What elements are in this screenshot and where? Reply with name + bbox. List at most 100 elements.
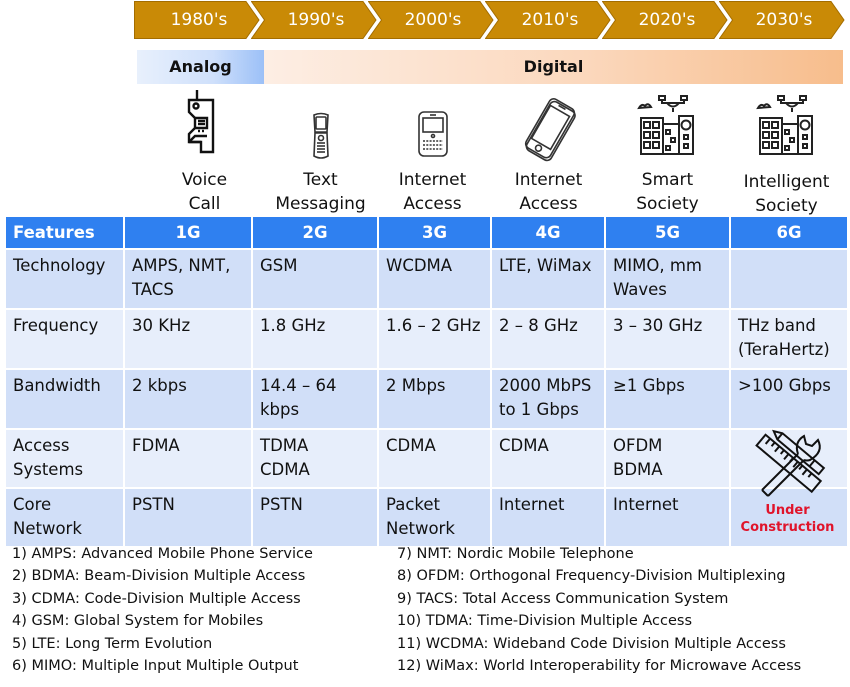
decade-chevron: 2000's: [368, 1, 494, 39]
header-1g: 1G: [125, 217, 251, 248]
table-cell: PSTN: [125, 489, 251, 546]
era-digital-label: Digital: [523, 57, 584, 76]
abbreviation-item: 5) LTE: Long Term Evolution: [12, 635, 213, 652]
decade-label: 2010's: [521, 10, 579, 30]
table-row: Access Systems FDMA TDMA CDMA CDMA CDMA OFDM BDM…: [6, 430, 847, 487]
smart-city-drone-icon: [724, 88, 849, 164]
abbreviation-item: 7) NMT: Nordic Mobile Telephone: [397, 546, 634, 562]
decade-label: 1980's: [170, 10, 228, 30]
era-analog-label: Analog: [169, 57, 232, 76]
decade-label: 2030's: [755, 10, 813, 30]
under-construction-label: Under Construction: [740, 503, 835, 535]
under-construction-badge: Under Construction: [730, 424, 845, 538]
table-cell: THz band (TeraHertz): [731, 310, 847, 368]
table-cell: Packet Network: [379, 489, 490, 546]
decade-label: 2020's: [638, 10, 696, 30]
feature-name-cell: Access Systems: [6, 430, 123, 487]
service-6g: Intelligent Society: [724, 88, 849, 216]
smartphone-icon: [486, 88, 611, 164]
service-label: Internet Access: [514, 170, 583, 214]
table-cell: PSTN: [253, 489, 377, 546]
header-6g: 6G: [731, 217, 847, 248]
table-cell: 2000 MbPS to 1 Gbps: [492, 370, 604, 428]
table-cell: >100 Gbps: [731, 370, 847, 428]
service-label: Voice Call: [181, 170, 228, 214]
decade-label: 2000's: [404, 10, 462, 30]
ruler-pencil-wrench-icon: [754, 429, 825, 497]
decade-chevron: 2020's: [602, 1, 728, 39]
table-cell: WCDMA: [379, 250, 490, 308]
service-label: Internet Access: [398, 170, 467, 214]
service-4g: Internet Access: [486, 88, 611, 214]
table-cell: 3 – 30 GHz: [606, 310, 729, 368]
abbreviation-item: 1) AMPS: Advanced Mobile Phone Service: [12, 546, 313, 562]
feature-name-cell: Core Network: [6, 489, 123, 546]
table-row: Core Network PSTN PSTN Packet Network Internet…: [6, 489, 847, 546]
abbreviation-item: 2) BDMA: Beam-Division Multiple Access: [12, 568, 306, 585]
table-cell: [731, 250, 847, 308]
decade-chevron: 2010's: [485, 1, 611, 39]
qwerty-phone-icon: [370, 88, 495, 164]
table-row: Bandwidth 2 kbps 14.4 – 64 kbps 2 Mbps 2000 M…: [6, 370, 847, 428]
header-features: Features: [6, 217, 123, 248]
abbreviation-item: 8) OFDM: Orthogonal Frequency-Division M…: [397, 568, 786, 585]
decade-chevron: 1980's: [134, 1, 260, 39]
abbreviation-item: 10) TDMA: Time-Division Multiple Access: [397, 613, 693, 630]
header-2g: 2G: [253, 217, 377, 248]
abbreviation-item: 12) WiMax: World Interoperability for Mi…: [397, 658, 802, 675]
feature-name-cell: Technology: [6, 250, 123, 308]
table-cell: 2 kbps: [125, 370, 251, 428]
table-row: Frequency 30 KHz 1.8 GHz 1.6 – 2 GHz 2 – 8 G…: [6, 310, 847, 368]
service-label: Intelligent Society: [743, 172, 830, 216]
table-cell: CDMA: [379, 430, 490, 487]
service-label: Text Messaging: [275, 170, 366, 214]
generation-comparison-table: Features 1G 2G 3G 4G 5G 6G Technology AMP…: [4, 215, 849, 548]
table-cell: 1.6 – 2 GHz: [379, 310, 490, 368]
feature-name-cell: Bandwidth: [6, 370, 123, 428]
abbreviation-item: 6) MIMO: Multiple Input Multiple Output: [12, 658, 299, 675]
table-cell: 2 – 8 GHz: [492, 310, 604, 368]
feature-name-cell: Frequency: [6, 310, 123, 368]
table-cell: Internet: [606, 489, 729, 546]
abbreviation-item: 3) CDMA: Code-Division Multiple Access: [12, 590, 301, 607]
header-5g: 5G: [606, 217, 729, 248]
flip-phone-icon: [258, 88, 383, 164]
table-cell: 30 KHz: [125, 310, 251, 368]
service-1g: Voice Call: [142, 88, 267, 214]
service-2g: Text Messaging: [258, 88, 383, 214]
era-analog: Analog: [137, 50, 264, 84]
table-cell: 14.4 – 64 kbps: [253, 370, 377, 428]
table-cell: LTE, WiMax: [492, 250, 604, 308]
service-5g: Smart Society: [605, 88, 730, 214]
decade-label: 1990's: [287, 10, 345, 30]
abbreviation-list-right: 7) NMT: Nordic Mobile Telephone 8) OFDM: …: [397, 543, 801, 677]
header-4g: 4G: [492, 217, 604, 248]
table-cell: 1.8 GHz: [253, 310, 377, 368]
era-digital: Digital: [264, 50, 843, 84]
decade-chevron: 2030's: [719, 1, 845, 39]
smart-city-drone-icon: [605, 88, 730, 164]
service-label: Smart Society: [636, 170, 699, 214]
table-cell: 2 Mbps: [379, 370, 490, 428]
table-cell: Internet: [492, 489, 604, 546]
decade-chevron: 1990's: [251, 1, 377, 39]
abbreviation-item: 9) TACS: Total Access Communication Syst…: [397, 590, 729, 607]
service-3g: Internet Access: [370, 88, 495, 214]
table-row: Technology AMPS, NMT, TACS GSM WCDMA LTE, WiM…: [6, 250, 847, 308]
table-cell: MIMO, mm Waves: [606, 250, 729, 308]
table-cell: AMPS, NMT, TACS: [125, 250, 251, 308]
table-cell: CDMA: [492, 430, 604, 487]
table-cell: ≥1 Gbps: [606, 370, 729, 428]
decade-timeline: 1980's 1990's 2000's 2010's 2020's 2030's: [134, 1, 846, 39]
abbreviation-item: 11) WCDMA: Wideband Code Division Multip…: [397, 635, 786, 652]
era-band: Analog Digital: [137, 50, 843, 84]
table-cell: FDMA: [125, 430, 251, 487]
brick-phone-icon: [142, 88, 267, 164]
header-3g: 3G: [379, 217, 490, 248]
table-cell: TDMA CDMA: [253, 430, 377, 487]
table-header-row: Features 1G 2G 3G 4G 5G 6G: [6, 217, 847, 248]
abbreviation-item: 4) GSM: Global System for Mobiles: [12, 613, 264, 630]
abbreviation-list-left: 1) AMPS: Advanced Mobile Phone Service 2)…: [12, 543, 313, 677]
table-cell: OFDM BDMA: [606, 430, 729, 487]
table-cell: GSM: [253, 250, 377, 308]
